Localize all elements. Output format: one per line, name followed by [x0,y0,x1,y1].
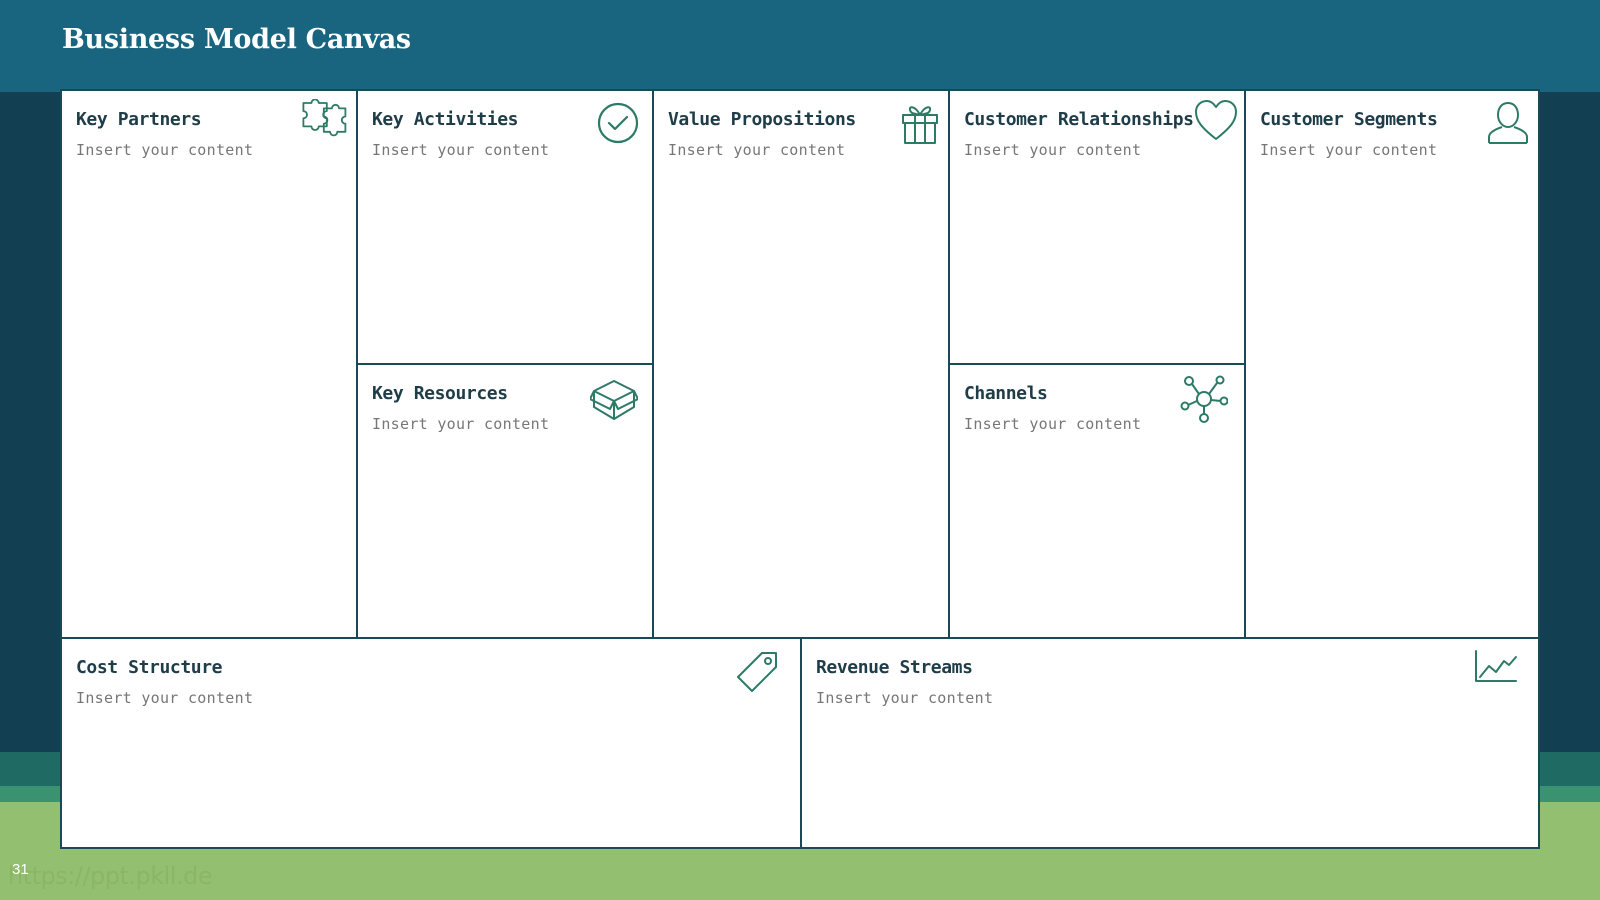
check-circle-icon [594,99,642,147]
block-value-propositions[interactable]: Value Propositions Insert your content [654,91,950,639]
page-title: Business Model Canvas [62,24,411,55]
block-content[interactable]: Insert your content [816,689,993,707]
block-label: Cost Structure [76,657,223,678]
block-channels[interactable]: Channels Insert your content [950,365,1246,639]
block-key-activities[interactable]: Key Activities Insert your content [358,91,654,365]
block-content[interactable]: Insert your content [964,141,1141,159]
block-content[interactable]: Insert your content [1260,141,1437,159]
block-key-partners[interactable]: Key Partners Insert your content [62,91,358,639]
business-model-canvas: Key Partners Insert your content Key Act… [60,89,1540,849]
block-content[interactable]: Insert your content [372,141,549,159]
block-content[interactable]: Insert your content [76,689,253,707]
puzzle-icon [300,99,348,147]
block-label: Customer Segments [1260,109,1438,130]
block-key-resources[interactable]: Key Resources Insert your content [358,365,654,639]
slide-number: 31 [12,861,29,878]
block-customer-relationships[interactable]: Customer Relationships Insert your conte… [950,91,1246,365]
line-chart-icon [1472,645,1520,693]
network-icon [1180,375,1228,423]
block-label: Channels [964,383,1048,404]
block-label: Value Propositions [668,109,856,130]
block-customer-segments[interactable]: Customer Segments Insert your content [1246,91,1538,639]
block-label: Revenue Streams [816,657,973,678]
box-icon [590,375,638,423]
price-tag-icon [734,647,782,695]
block-content[interactable]: Insert your content [668,141,845,159]
watermark-url: https://ppt.pkll.de [8,862,213,890]
user-icon [1484,99,1532,147]
block-cost-structure[interactable]: Cost Structure Insert your content [62,639,802,847]
gift-icon [896,99,944,147]
block-label: Key Partners [76,109,202,130]
block-label: Key Resources [372,383,508,404]
block-label: Key Activities [372,109,519,130]
heart-icon [1192,97,1240,145]
block-content[interactable]: Insert your content [964,415,1141,433]
block-label: Customer Relationships [964,109,1194,130]
block-content[interactable]: Insert your content [372,415,549,433]
block-content[interactable]: Insert your content [76,141,253,159]
block-revenue-streams[interactable]: Revenue Streams Insert your content [802,639,1538,847]
